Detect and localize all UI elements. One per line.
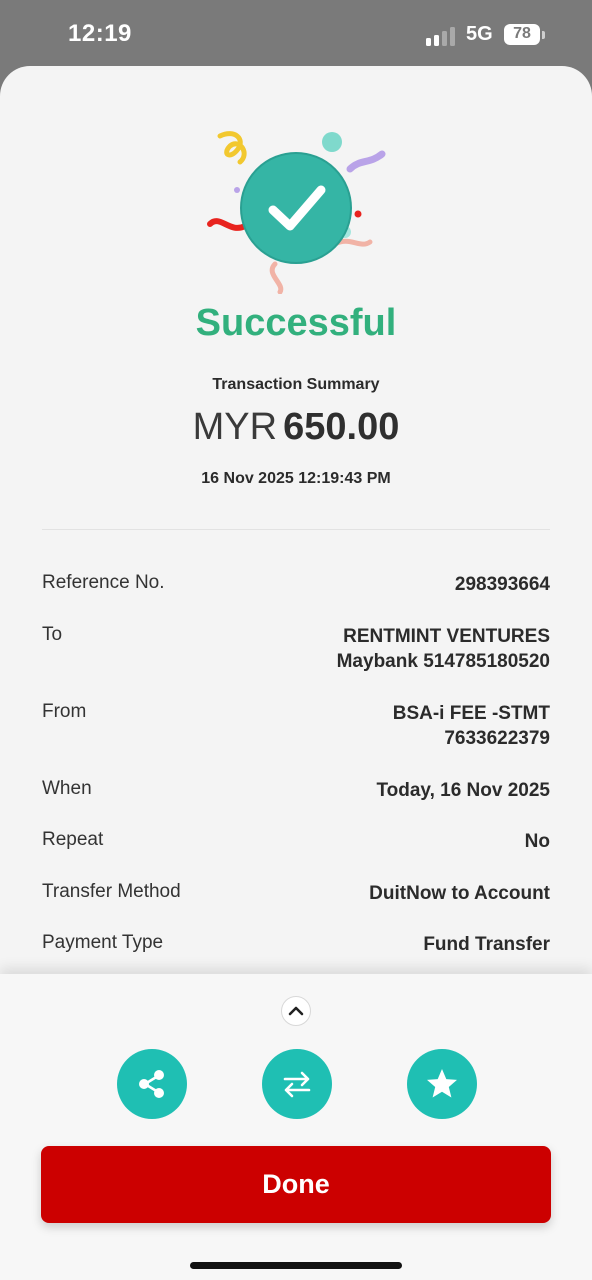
detail-value: BSA-i FEE -STMT 7633622379 [393,701,550,751]
home-indicator[interactable] [190,1262,402,1269]
network-type: 5G [466,23,493,45]
detail-label: From [42,701,87,722]
transfer-arrows-icon [283,1071,311,1098]
success-check-icon [207,131,386,294]
detail-value: DuitNow to Account [369,881,550,906]
transaction-datetime: 16 Nov 2025 12:19:43 PM [201,470,391,487]
detail-value-line: Maybank 514785180520 [336,651,550,672]
detail-value-line: BSA-i FEE -STMT [392,703,550,724]
done-button[interactable]: Done [41,1146,551,1223]
detail-value: Fund Transfer [423,932,550,957]
battery-nub [542,31,545,39]
battery-level: 78 [513,25,531,42]
detail-value-line: 7633622379 [444,728,550,749]
detail-value: No [525,829,550,854]
detail-label: Repeat [42,829,104,850]
detail-value-line: No [524,831,550,852]
share-button[interactable] [117,1049,187,1119]
battery-icon: 78 [504,24,540,45]
done-button-label: Done [262,1169,330,1199]
detail-value: 298393664 [455,572,550,597]
detail-value-line: 298393664 [454,574,550,595]
detail-label: Transfer Method [42,881,181,902]
detail-value-line: Fund Transfer [423,934,550,955]
detail-value: RENTMINT VENTURES Maybank 514785180520 [337,624,550,674]
detail-label: Reference No. [42,572,165,593]
status-title: Successful [195,302,397,344]
bottom-action-panel: Done [0,974,592,1280]
expand-panel-button[interactable] [281,996,311,1026]
chevron-up-icon [288,1006,304,1016]
detail-label: To [42,624,63,645]
status-time: 12:19 [68,20,132,47]
transaction-amount: MYR 650.00 [0,406,592,449]
detail-label: When [42,778,92,799]
summary-label: Transaction Summary [212,376,380,393]
detail-value-line: RENTMINT VENTURES [343,626,550,647]
detail-value-line: DuitNow to Account [369,883,550,904]
amount-value: 650.00 [283,406,400,448]
status-bar: 12:19 5G 78 [0,0,592,70]
transfer-again-button[interactable] [262,1049,332,1119]
favourite-button[interactable] [407,1049,477,1119]
share-icon [139,1070,164,1098]
star-icon [427,1069,457,1098]
detail-value-line: Today, 16 Nov 2025 [376,780,550,801]
signal-icon [426,26,458,46]
amount-currency: MYR [192,406,278,448]
detail-value: Today, 16 Nov 2025 [376,778,550,803]
detail-label: Payment Type [42,932,164,953]
divider [42,529,550,530]
